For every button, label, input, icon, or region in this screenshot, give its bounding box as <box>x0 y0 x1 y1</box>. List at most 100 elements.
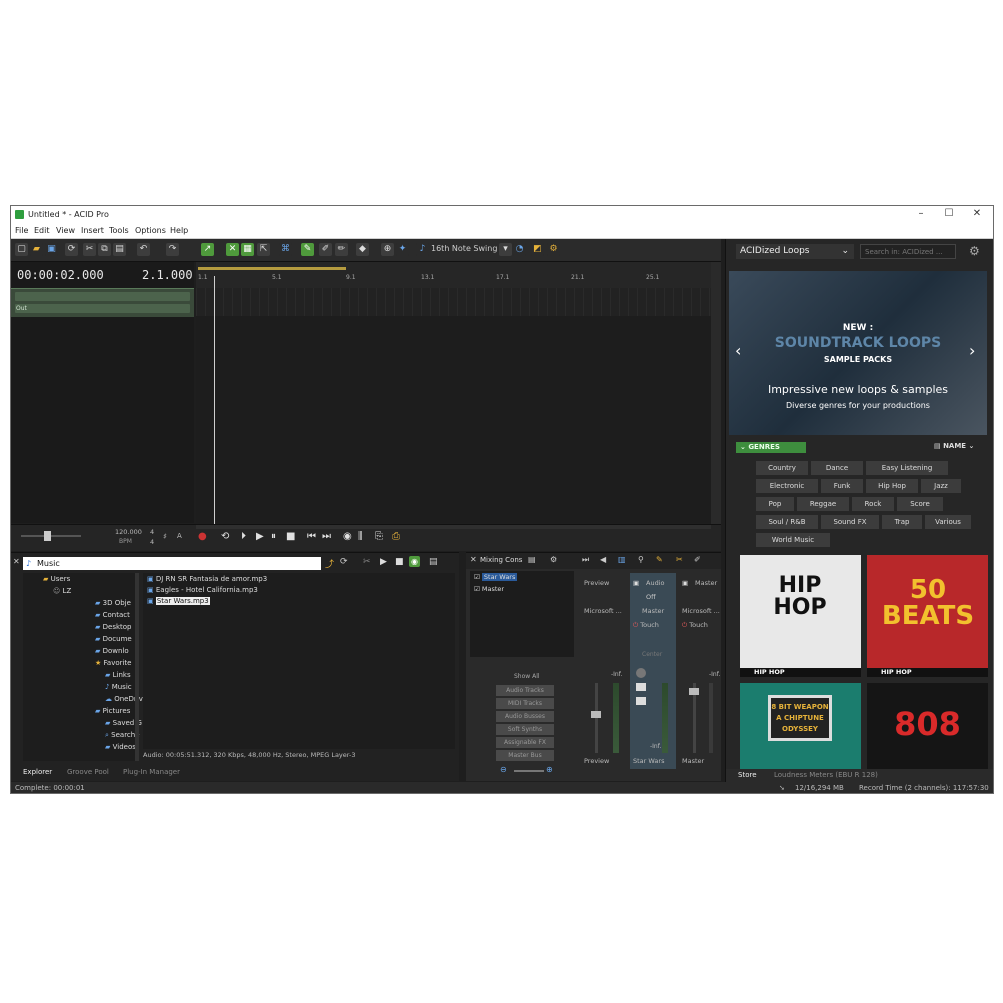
close-panel-icon[interactable]: ✕ <box>13 557 20 566</box>
timeline-canvas[interactable] <box>196 288 711 523</box>
track-controls-strip[interactable] <box>15 292 190 301</box>
speaker-icon[interactable]: ◀ <box>600 555 606 564</box>
genre-chip[interactable]: Country <box>756 461 808 475</box>
zoom-slider[interactable] <box>21 535 81 537</box>
refresh-folder-icon[interactable]: ⟳ <box>340 557 348 567</box>
file-item-selected[interactable]: ▣ Star Wars.mp3 <box>147 597 210 605</box>
strip-mode[interactable]: Off <box>646 593 656 601</box>
genre-chip[interactable]: World Music <box>756 533 830 547</box>
tree-item[interactable]: ▰ 3D Obje <box>95 599 131 607</box>
tree-item[interactable]: ▰ Links <box>105 671 131 679</box>
timeline-ruler[interactable]: 1.1 5.1 9.1 13.1 17.1 21.1 25.1 <box>196 262 711 288</box>
volume-fader[interactable] <box>591 711 601 718</box>
meter-bottom[interactable]: 4 <box>150 538 154 546</box>
insert-fx-icon[interactable]: ▥ <box>618 555 626 564</box>
auto-preview-icon[interactable]: ◉ <box>409 556 420 567</box>
genre-chip[interactable]: Soul / R&B <box>756 515 818 529</box>
record-arm-icon[interactable] <box>636 668 646 678</box>
product-card[interactable]: 50 BEATS HIP HOP <box>867 555 988 677</box>
select-tool-icon[interactable]: ⇱ <box>257 243 270 256</box>
tab-store[interactable]: Store <box>738 771 757 779</box>
mute-icon[interactable] <box>636 683 646 691</box>
draw-tool-icon[interactable]: ✎ <box>301 243 314 256</box>
genres-toggle[interactable]: ⌄ GENRES <box>736 442 806 453</box>
strip-device[interactable]: Microsoft ... <box>584 607 622 615</box>
tree-item[interactable]: ▰ Contact <box>95 611 130 619</box>
filter-soft-synths[interactable]: Soft Synths <box>496 724 554 735</box>
auto-ripple-icon[interactable]: ↗ <box>201 243 214 256</box>
automation-mode[interactable]: ⏻ Touch <box>682 621 708 630</box>
folder-up-icon[interactable]: ⤴ <box>325 557 334 570</box>
playhead[interactable] <box>214 276 215 526</box>
metronome-icon[interactable]: ◔ <box>513 243 526 256</box>
maximize-button[interactable]: ☐ <box>937 208 961 219</box>
menu-options[interactable]: Options <box>135 226 166 235</box>
meter-top[interactable]: 4 <box>150 528 154 536</box>
loops-dropdown[interactable]: ACIDized Loops ⌄ <box>736 244 854 259</box>
genre-chip[interactable]: Reggae <box>797 497 849 511</box>
new-file-icon[interactable]: ▢ <box>15 243 28 256</box>
genre-chip[interactable]: Electronic <box>756 479 818 493</box>
project-key[interactable]: A <box>177 532 182 540</box>
product-card[interactable]: 8 BIT WEAPON A CHIPTUNE ODYSSEY <box>740 683 861 771</box>
go-to-end-icon[interactable]: ⏭ <box>322 531 331 542</box>
menu-edit[interactable]: Edit <box>34 226 50 235</box>
preview-play-icon[interactable]: ▶ <box>380 557 387 567</box>
tab-groove-pool[interactable]: Groove Pool <box>67 768 109 776</box>
grid-icon[interactable]: ▦ <box>241 243 254 256</box>
save-icon[interactable]: ▣ <box>45 243 58 256</box>
genre-chip[interactable]: Dance <box>811 461 863 475</box>
tree-item[interactable]: ▰ Videos <box>105 743 136 751</box>
genre-chip[interactable]: Rock <box>852 497 894 511</box>
redo-icon[interactable]: ↷ <box>166 243 179 256</box>
tab-loudness-meters[interactable]: Loudness Meters (EBU R 128) <box>774 771 878 779</box>
genre-chip[interactable]: Hip Hop <box>866 479 918 493</box>
gear-icon[interactable]: ⚙ <box>969 244 980 258</box>
record-icon[interactable]: ● <box>198 531 207 542</box>
mixer-view-icon[interactable]: ▤ <box>528 555 536 564</box>
paste-icon[interactable]: ▤ <box>113 243 126 256</box>
genre-chip[interactable]: Trap <box>882 515 922 529</box>
export-icon[interactable]: ⎙ <box>392 531 400 542</box>
genre-chip[interactable]: Easy Listening <box>866 461 948 475</box>
menu-tools[interactable]: Tools <box>109 226 129 235</box>
store-search-input[interactable]: Search in: ACIDized ... <box>860 244 956 259</box>
undo-icon[interactable]: ↶ <box>137 243 150 256</box>
mixer-edit-icon[interactable]: ✐ <box>694 555 701 564</box>
go-to-start-icon[interactable]: ⏮ <box>307 531 316 542</box>
mixer-zoom-slider[interactable] <box>514 770 544 772</box>
tree-item[interactable]: ♪ Music <box>105 683 132 691</box>
snap-icon[interactable]: ✕ <box>226 243 239 256</box>
menu-file[interactable]: File <box>15 226 28 235</box>
file-item[interactable]: ▣ Eagles - Hotel California.mp3 <box>147 586 258 594</box>
close-mixer-icon[interactable]: ✕ <box>470 555 477 564</box>
volume-fader[interactable] <box>689 688 699 695</box>
banner-next-icon[interactable]: › <box>969 341 975 360</box>
stop-icon[interactable]: ■ <box>286 531 295 542</box>
automation-mode[interactable]: ⏻ Touch <box>633 621 659 630</box>
promo-banner[interactable]: NEW : SOUNDTRACK LOOPS SAMPLE PACKS Impr… <box>729 271 987 435</box>
zoom-in-icon[interactable]: ⊕ <box>546 765 553 774</box>
zoom-out-icon[interactable]: ⊖ <box>500 765 507 774</box>
genre-chip[interactable]: Sound FX <box>821 515 879 529</box>
menu-view[interactable]: View <box>56 226 75 235</box>
copy-icon[interactable]: ⧉ <box>98 243 111 256</box>
show-all-label[interactable]: Show All <box>514 673 540 680</box>
swing-dropdown-arrow-icon[interactable]: ▾ <box>499 243 512 256</box>
zoom-slider-thumb[interactable] <box>44 531 51 541</box>
strip-device[interactable]: Master <box>642 607 664 615</box>
tree-scrollbar[interactable] <box>135 573 139 761</box>
tab-explorer[interactable]: Explorer <box>23 768 52 776</box>
menu-help[interactable]: Help <box>170 226 188 235</box>
filter-assignable-fx[interactable]: Assignable FX <box>496 737 554 748</box>
mute-all-icon[interactable]: ✂ <box>676 555 683 564</box>
filter-audio-busses[interactable]: Audio Busses <box>496 711 554 722</box>
genre-chip[interactable]: Funk <box>821 479 863 493</box>
track-lane[interactable] <box>196 288 711 316</box>
tab-plugin-manager[interactable]: Plug-In Manager <box>123 768 180 776</box>
open-folder-icon[interactable]: ▰ <box>30 243 43 256</box>
play-from-start-icon[interactable]: ⏵ <box>241 531 246 542</box>
play-icon[interactable]: ▶ <box>256 531 264 542</box>
genre-chip[interactable]: Score <box>897 497 943 511</box>
eraser-icon[interactable]: ◆ <box>356 243 369 256</box>
